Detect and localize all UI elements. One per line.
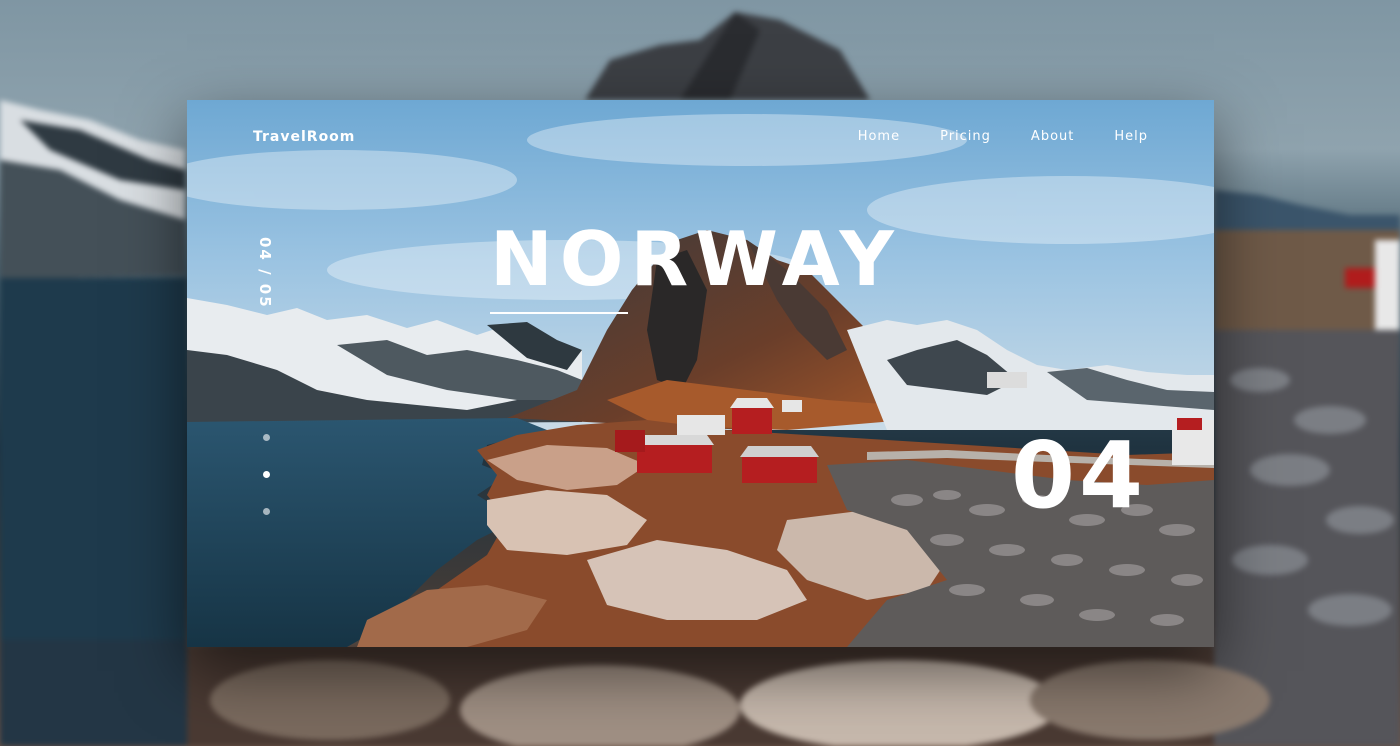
nav-item-pricing[interactable]: Pricing (940, 129, 991, 144)
nav-item-home[interactable]: Home (858, 129, 900, 144)
top-navigation: Home Pricing About Help (858, 129, 1148, 144)
brand-logo[interactable]: TravelRoom (253, 129, 355, 145)
nav-item-about[interactable]: About (1031, 129, 1074, 144)
title-underline (490, 312, 628, 314)
destination-title: NORWAY (490, 215, 901, 303)
slider-dot-3[interactable] (263, 508, 270, 515)
slider-dot-2[interactable] (263, 471, 270, 478)
slide-number: 04 (1011, 422, 1148, 529)
slide-counter: 04 / 05 (256, 237, 274, 309)
slider-dot-1[interactable] (263, 434, 270, 441)
norway-landscape-photo (187, 100, 1214, 647)
nav-item-help[interactable]: Help (1114, 129, 1148, 144)
hero-card: TravelRoom Home Pricing About Help NORWA… (187, 100, 1214, 647)
